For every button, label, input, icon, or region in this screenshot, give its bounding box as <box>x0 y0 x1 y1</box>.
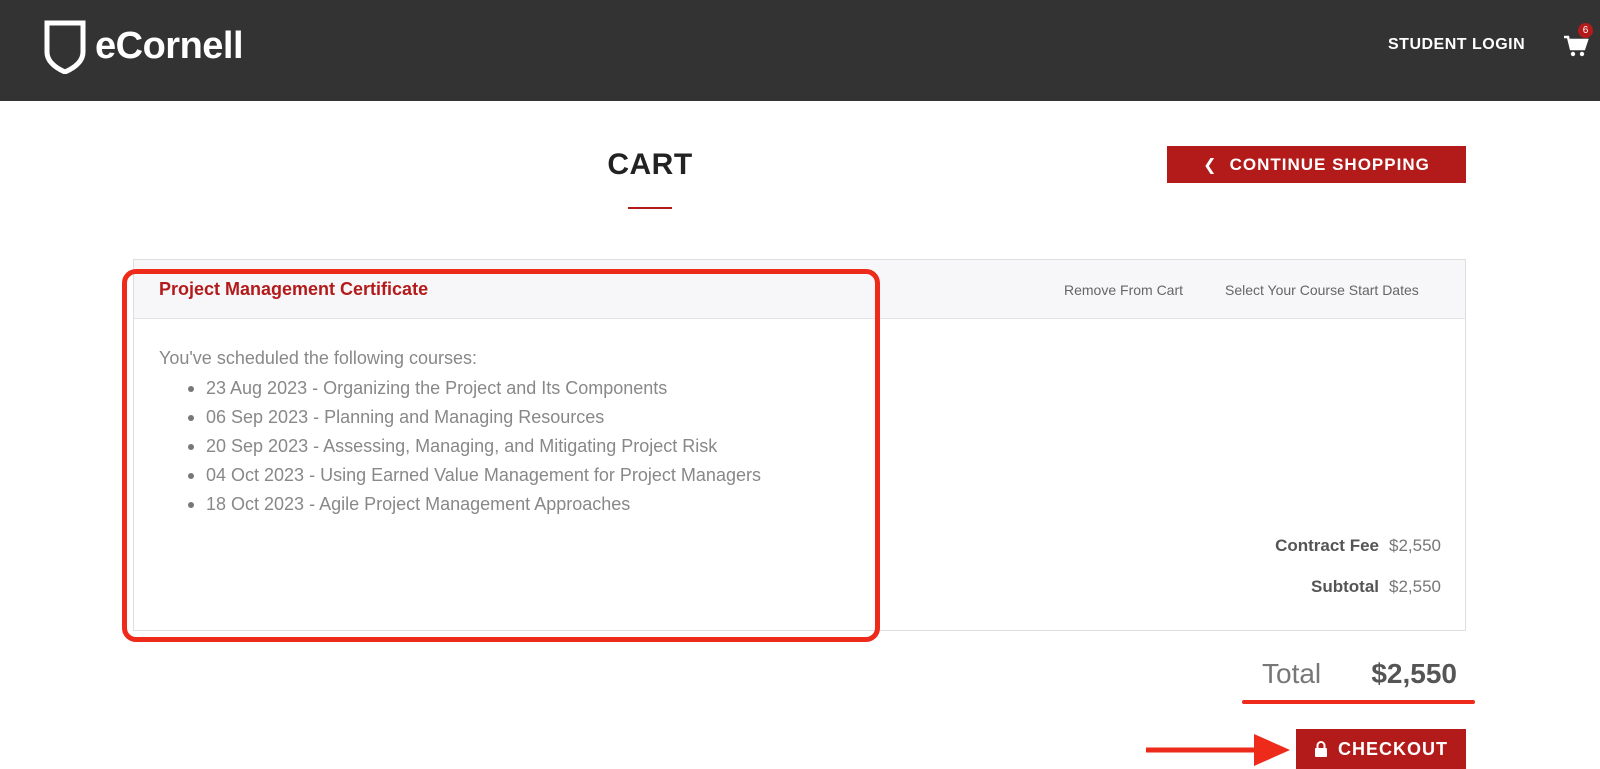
cart-item-header: Project Management Certificate Remove Fr… <box>134 260 1465 319</box>
title-underline-divider <box>628 207 672 209</box>
lock-icon <box>1314 741 1328 757</box>
continue-shopping-button[interactable]: ❮ CONTINUE SHOPPING <box>1167 146 1466 183</box>
contract-fee-row: Contract Fee $2,550 <box>1275 536 1441 556</box>
total-value: $2,550 <box>1371 658 1457 689</box>
cart-item-panel: Project Management Certificate Remove Fr… <box>133 259 1466 631</box>
contract-fee-value: $2,550 <box>1389 536 1441 555</box>
total-label: Total <box>1262 658 1322 689</box>
shopping-cart-icon[interactable] <box>1563 35 1589 62</box>
shield-icon <box>44 20 86 79</box>
brand-name: eCornell <box>95 25 244 67</box>
scheduled-course-list: 23 Aug 2023 - Organizing the Project and… <box>182 374 761 519</box>
checkout-button[interactable]: CHECKOUT <box>1296 729 1466 769</box>
subtotal-row: Subtotal $2,550 <box>1311 577 1441 597</box>
checkout-label: CHECKOUT <box>1338 738 1448 759</box>
remove-from-cart-link[interactable]: Remove From Cart <box>1064 282 1183 298</box>
select-start-dates-link[interactable]: Select Your Course Start Dates <box>1225 282 1419 298</box>
top-navigation-bar: eCornell STUDENT LOGIN 6 <box>0 0 1600 101</box>
list-item: 23 Aug 2023 - Organizing the Project and… <box>182 374 761 403</box>
page-title: CART <box>607 148 693 181</box>
continue-shopping-label: CONTINUE SHOPPING <box>1229 154 1430 174</box>
brand-logo[interactable]: eCornell <box>44 20 244 79</box>
contract-fee-label: Contract Fee <box>1275 536 1379 555</box>
scheduled-courses-label: You've scheduled the following courses: <box>159 348 477 368</box>
cart-count-badge: 6 <box>1578 23 1593 38</box>
cart-item-title[interactable]: Project Management Certificate <box>159 279 428 300</box>
subtotal-label: Subtotal <box>1311 577 1379 596</box>
subtotal-value: $2,550 <box>1389 577 1441 596</box>
annotation-arrow-icon <box>1146 734 1290 766</box>
chevron-left-icon: ❮ <box>1203 156 1218 174</box>
list-item: 06 Sep 2023 - Planning and Managing Reso… <box>182 403 761 432</box>
annotation-underline <box>1242 700 1475 704</box>
list-item: 20 Sep 2023 - Assessing, Managing, and M… <box>182 432 761 461</box>
order-total: Total $2,550 <box>1262 658 1457 698</box>
list-item: 18 Oct 2023 - Agile Project Management A… <box>182 490 761 519</box>
list-item: 04 Oct 2023 - Using Earned Value Managem… <box>182 461 761 490</box>
student-login-link[interactable]: STUDENT LOGIN <box>1388 36 1525 54</box>
